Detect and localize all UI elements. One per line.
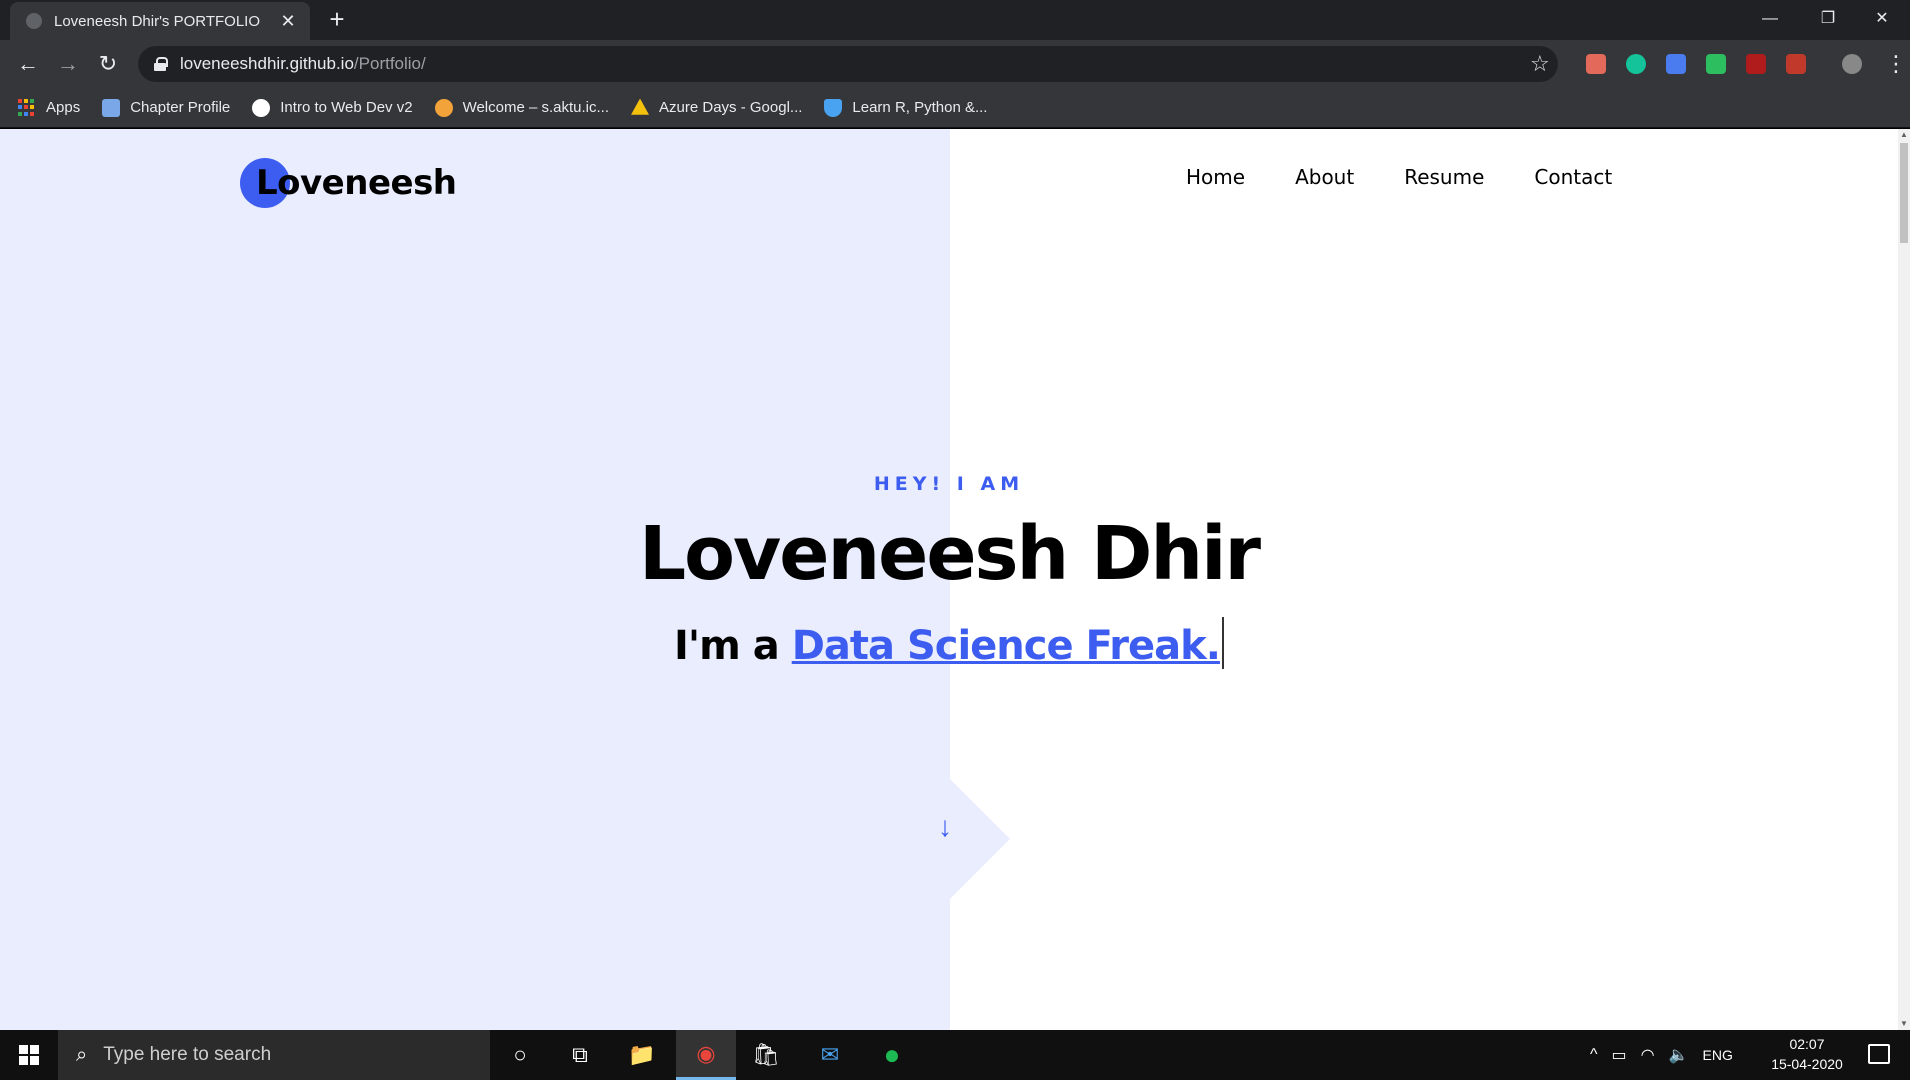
notifications-icon[interactable] [1868, 1044, 1890, 1064]
page-viewport: Loveneesh Home About Resume Contact HEY!… [0, 129, 1910, 1030]
profile-avatar-icon[interactable] [1842, 54, 1862, 74]
tab-favicon-icon [26, 13, 42, 29]
task-view-button[interactable]: ⧉ [550, 1030, 610, 1080]
windows-taskbar: ⌕ Type here to search ○ ⧉ 📁 ◉ 🛍 ✉ ● ^ ▭ … [0, 1030, 1910, 1080]
hero-role: I'm a Data Science Freak. [0, 617, 1898, 669]
window-close-button[interactable]: ✕ [1854, 0, 1910, 38]
bookmarks-bar: Apps Chapter Profile Intro to Web Dev v2… [0, 88, 1910, 128]
site-logo[interactable]: Loveneesh [240, 157, 457, 209]
task-view-icon: ⧉ [572, 1042, 588, 1067]
folder-icon: 📁 [628, 1042, 656, 1067]
apps-grid-icon [18, 98, 36, 117]
bookmark-label: Welcome – s.aktu.ic... [462, 99, 610, 116]
ublock-icon[interactable] [1746, 54, 1766, 74]
typing-caret [1221, 617, 1224, 669]
cortana-icon: ○ [513, 1042, 527, 1067]
browser-tab[interactable]: Loveneesh Dhir's PORTFOLIO ✕ [10, 2, 310, 40]
mail-icon: ✉ [820, 1042, 840, 1067]
chapter-icon [102, 98, 121, 117]
url-host: loveneeshdhir.github.io [180, 54, 354, 73]
panel-notch [950, 779, 1010, 899]
hero-role-highlight[interactable]: Data Science Freak. [792, 623, 1221, 669]
logo-text: Loveneesh [256, 163, 457, 203]
windows-logo-icon [19, 1045, 39, 1065]
scroll-down-icon[interactable]: ▼ [1898, 1018, 1910, 1030]
system-tray: ^ ▭ ◠ 🔈 ENG [1590, 1030, 1733, 1080]
wifi-icon[interactable]: ◠ [1641, 1045, 1655, 1065]
store-button[interactable]: 🛍 [736, 1030, 796, 1080]
minimize-button[interactable]: — [1742, 0, 1798, 38]
search-icon: ⌕ [76, 1043, 88, 1066]
bookmark-label: Learn R, Python &... [852, 99, 988, 116]
search-placeholder: Type here to search [103, 1044, 272, 1065]
mail-button[interactable]: ✉ [800, 1030, 860, 1080]
nav-about[interactable]: About [1295, 165, 1354, 189]
bookmark-label: Chapter Profile [130, 99, 231, 116]
scroll-down-arrow-icon[interactable]: ↓ [938, 813, 952, 841]
volume-icon[interactable]: 🔈 [1669, 1045, 1689, 1065]
nav-contact[interactable]: Contact [1534, 165, 1612, 189]
scroll-up-icon[interactable]: ▲ [1898, 129, 1910, 141]
clock-date: 15-04-2020 [1771, 1056, 1843, 1072]
taskbar-search-box[interactable]: ⌕ Type here to search [58, 1030, 490, 1080]
browser-tab-strip: Loveneesh Dhir's PORTFOLIO ✕ + — ❐ ✕ [0, 0, 1910, 40]
nav-home[interactable]: Home [1186, 165, 1245, 189]
browser-menu-icon[interactable]: ⋮ [1885, 48, 1907, 80]
new-tab-button[interactable]: + [323, 6, 351, 34]
bookmark-learn-r-python[interactable]: Learn R, Python &... [824, 98, 988, 117]
tab-close-icon[interactable]: ✕ [278, 11, 298, 32]
spotify-icon: ● [883, 1039, 901, 1070]
scrollbar-thumb[interactable] [1900, 143, 1908, 243]
cortana-button[interactable]: ○ [490, 1030, 550, 1080]
drive-icon [631, 98, 650, 115]
bookmark-apps[interactable]: Apps [18, 98, 81, 117]
hero-name: Loveneesh Dhir [639, 511, 1261, 597]
spotify-button[interactable]: ● [862, 1030, 922, 1080]
bookmark-star-icon[interactable]: ☆ [1530, 48, 1550, 80]
bookmark-label: Apps [46, 99, 81, 116]
browser-toolbar: ← → ↻ loveneeshdhir.github.io/Portfolio/… [0, 40, 1910, 88]
address-bar[interactable]: loveneeshdhir.github.io/Portfolio/ [138, 46, 1558, 82]
file-explorer-button[interactable]: 📁 [612, 1030, 672, 1080]
chrome-icon: ◉ [696, 1040, 716, 1066]
bookmark-welcome-aktu[interactable]: Welcome – s.aktu.ic... [434, 98, 610, 117]
tab-title: Loveneesh Dhir's PORTFOLIO [54, 12, 261, 30]
book-icon[interactable] [1786, 54, 1806, 74]
back-button[interactable]: ← [12, 48, 44, 80]
start-button[interactable] [0, 1030, 58, 1080]
bookmark-label: Intro to Web Dev v2 [280, 99, 413, 116]
extension-icon[interactable] [1586, 54, 1606, 74]
clock-time: 02:07 [1789, 1036, 1825, 1052]
site-nav: Home About Resume Contact [1186, 165, 1612, 189]
restore-button[interactable]: ❐ [1800, 0, 1856, 38]
bookmark-intro-web-dev[interactable]: Intro to Web Dev v2 [252, 98, 413, 117]
chrome-button[interactable]: ◉ [676, 1030, 736, 1080]
lock-icon[interactable] [154, 57, 168, 71]
forward-button[interactable]: → [52, 48, 84, 80]
bookmark-chapter-profile[interactable]: Chapter Profile [102, 98, 231, 117]
globe-icon [252, 98, 271, 117]
tray-chevron-icon[interactable]: ^ [1590, 1046, 1598, 1064]
url-path: /Portfolio/ [353, 54, 426, 73]
nav-resume[interactable]: Resume [1404, 165, 1484, 189]
reload-button[interactable]: ↻ [92, 48, 124, 80]
hero-role-prefix: I'm a [674, 623, 792, 669]
store-icon: 🛍 [752, 1042, 780, 1067]
shield-icon [824, 98, 843, 117]
bookmark-azure-days[interactable]: Azure Days - Googl... [631, 98, 803, 117]
page-scrollbar[interactable]: ▲ ▼ [1898, 129, 1910, 1030]
bookmark-label: Azure Days - Googl... [659, 99, 803, 116]
taskbar-clock[interactable]: 02:07 15-04-2020 [1762, 1034, 1852, 1074]
evernote-icon[interactable] [1706, 54, 1726, 74]
graduation-cap-icon[interactable] [1666, 54, 1686, 74]
language-indicator[interactable]: ENG [1703, 1047, 1733, 1063]
hero-kicker: HEY! I AM [873, 473, 1025, 495]
battery-icon[interactable]: ▭ [1612, 1045, 1627, 1065]
aktu-icon [434, 98, 453, 117]
grammarly-icon[interactable] [1626, 54, 1646, 74]
